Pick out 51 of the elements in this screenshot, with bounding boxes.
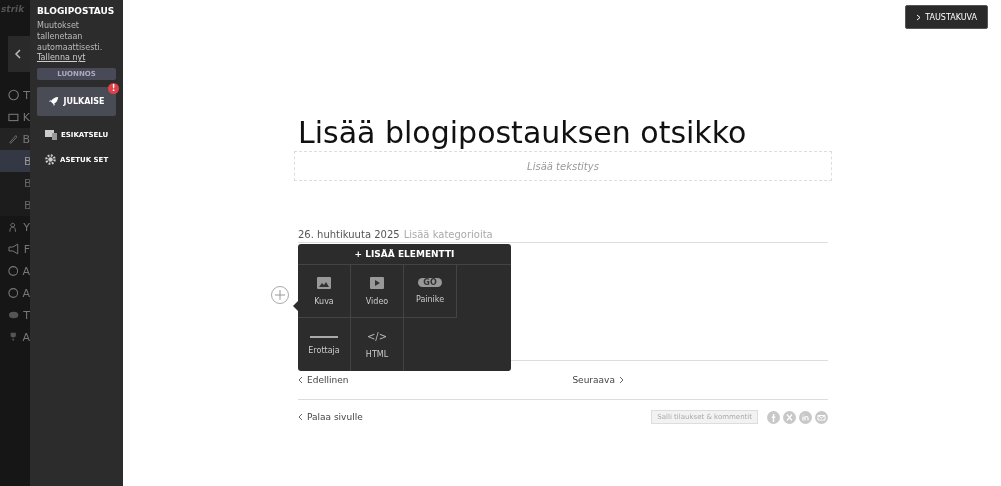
nav-item[interactable]: A xyxy=(0,326,30,348)
nav-item[interactable]: F xyxy=(0,238,30,260)
background-image-button[interactable]: TAUSTAKUVA xyxy=(905,5,988,29)
line-icon xyxy=(310,334,338,338)
devices-icon xyxy=(45,130,57,140)
element-option[interactable]: GO Painike xyxy=(404,265,457,318)
nav-item[interactable]: B xyxy=(0,128,30,150)
previous-link[interactable]: Edellinen xyxy=(298,375,349,385)
nav-item[interactable]: K xyxy=(0,106,30,128)
chevron-right-icon xyxy=(916,13,922,21)
post-date: 26. huhtikuuta 2025 xyxy=(298,229,400,240)
alert-badge: ! xyxy=(108,83,119,94)
plus-icon xyxy=(275,290,285,300)
nav-item[interactable]: Y xyxy=(0,216,30,238)
image-icon xyxy=(317,276,331,289)
save-now-link[interactable]: Tallenna nyt xyxy=(37,53,86,62)
logo: strik xyxy=(0,3,26,14)
back-button[interactable] xyxy=(8,36,30,72)
facebook-icon[interactable] xyxy=(767,410,780,424)
subtitle-field[interactable]: Lisää tekstitys xyxy=(294,151,832,181)
next-link[interactable]: Seuraava xyxy=(572,375,624,385)
store-icon xyxy=(8,111,19,123)
chevron-right-icon xyxy=(618,376,624,384)
rocket-icon xyxy=(48,96,60,107)
megaphone-icon xyxy=(8,243,20,255)
nav-item[interactable]: T xyxy=(0,84,30,106)
nav-item[interactable]: A xyxy=(0,260,30,282)
element-option[interactable]: Video xyxy=(351,265,404,318)
element-option[interactable]: Erottaja xyxy=(298,318,351,371)
back-to-page-link[interactable]: Palaa sivulle xyxy=(298,412,363,422)
chevron-left-icon xyxy=(14,49,22,59)
add-element-button[interactable] xyxy=(271,286,289,304)
nav-item[interactable]: A xyxy=(0,282,30,304)
chevron-left-icon xyxy=(298,376,303,384)
x-icon[interactable] xyxy=(783,410,796,424)
button-icon: GO xyxy=(418,278,442,287)
mail-icon[interactable] xyxy=(815,410,828,424)
nav-subitem[interactable]: B xyxy=(0,150,30,172)
code-icon: </> xyxy=(366,330,388,342)
play-icon xyxy=(370,276,384,289)
element-option[interactable]: Kuva xyxy=(298,265,351,318)
autosave-note: Muutokset tallenetaan automaattisesti. xyxy=(37,20,104,53)
menu-title: + LISÄÄ ELEMENTTI xyxy=(298,244,511,265)
post-title[interactable]: Lisää blogipostauksen otsikko xyxy=(298,115,828,151)
chevron-left-icon xyxy=(298,413,303,421)
panel-title: BLOGIPOSTAUS xyxy=(37,6,116,16)
element-option[interactable]: </> HTML xyxy=(351,318,404,371)
pen-icon xyxy=(8,133,19,145)
nav-item[interactable]: T xyxy=(0,304,30,326)
linkedin-icon[interactable] xyxy=(799,410,812,424)
coin-icon xyxy=(8,89,20,101)
